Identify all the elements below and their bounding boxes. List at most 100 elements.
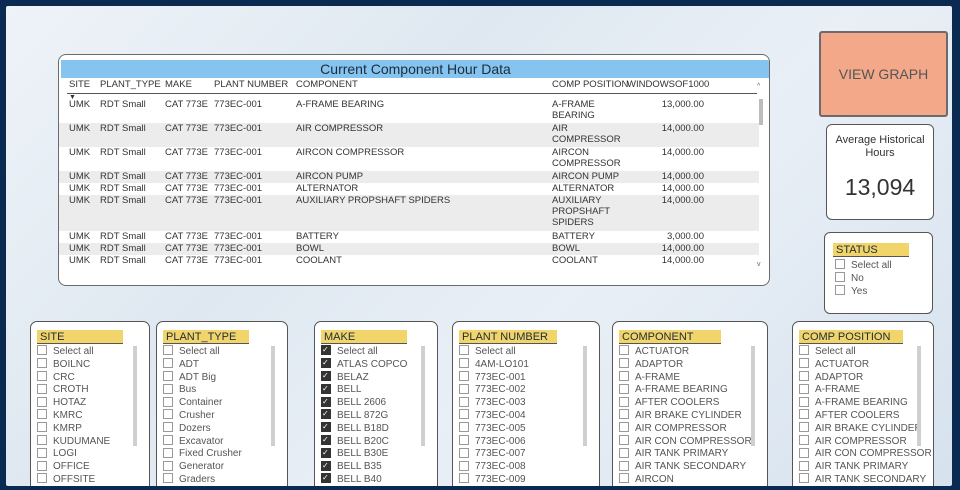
slicer-option[interactable]: AIR CON COMPRESSOR xyxy=(619,434,752,449)
slicer-scrollbar[interactable] xyxy=(583,346,587,446)
table-row[interactable]: UMK RDT Small CAT 773E 773EC-001 AUXILIARY P… xyxy=(59,195,759,231)
checkbox-icon[interactable] xyxy=(37,460,47,471)
table-row[interactable]: UMK RDT Small CAT 773E 773EC-001 BOWL BOWL 14,… xyxy=(59,243,759,255)
checkbox-icon[interactable] xyxy=(459,370,469,381)
slicer-option[interactable]: LOGI xyxy=(37,447,110,461)
checkbox-icon[interactable] xyxy=(321,447,331,460)
slicer-option[interactable]: Container xyxy=(163,396,242,410)
slicer-option[interactable]: Select all xyxy=(459,345,529,359)
table-row[interactable]: UMK RDT Small CAT 773E 773EC-001 A-FRAME BEA… xyxy=(59,99,759,123)
slicer-option[interactable]: AIR TANK PRIMARY xyxy=(619,447,752,461)
checkbox-icon[interactable] xyxy=(799,434,809,445)
checkbox-icon[interactable] xyxy=(321,421,331,434)
slicer-option[interactable]: AIR BRAKE CYLINDER xyxy=(619,409,752,423)
checkbox-icon[interactable] xyxy=(321,344,331,357)
checkbox-icon[interactable] xyxy=(37,396,47,407)
table-row[interactable]: UMK RDT Small CAT 773E 773EC-001 COOLANT COOL… xyxy=(59,255,759,267)
checkbox-icon[interactable] xyxy=(321,370,331,383)
column-header[interactable]: PLANT NUMBER xyxy=(214,79,288,90)
slicer-option[interactable]: AIR COMPRESSOR xyxy=(799,434,932,449)
slicer-option[interactable]: HOTAZ xyxy=(37,396,110,410)
slicer-option[interactable]: 773EC-007 xyxy=(459,447,529,461)
checkbox-icon[interactable] xyxy=(37,358,47,369)
checkbox-icon[interactable] xyxy=(163,345,173,356)
slicer-option[interactable]: BELL 2606 xyxy=(321,396,407,410)
checkbox-icon[interactable] xyxy=(619,447,629,458)
slicer-option[interactable]: AFTER COOLERS xyxy=(619,396,752,410)
slicer-option[interactable]: A-FRAME xyxy=(619,370,752,385)
checkbox-icon[interactable] xyxy=(799,447,809,458)
slicer-option[interactable]: AIRCON xyxy=(619,473,752,486)
checkbox-icon[interactable] xyxy=(459,447,469,458)
checkbox-icon[interactable] xyxy=(321,383,331,396)
checkbox-icon[interactable] xyxy=(163,370,173,381)
slicer-option[interactable]: Graders xyxy=(163,473,242,486)
checkbox-icon[interactable] xyxy=(619,396,629,407)
slicer-option[interactable]: Excavator xyxy=(163,434,242,449)
slicer-option[interactable]: AFTER COOLERS xyxy=(799,409,932,423)
slicer-option[interactable]: BELL B35 xyxy=(321,460,407,474)
column-header[interactable]: WINDOWSOF1000 xyxy=(627,79,709,90)
slicer-option[interactable]: CROTH xyxy=(37,383,110,397)
checkbox-icon[interactable] xyxy=(835,259,845,270)
slicer-option[interactable]: AIR CON COMPRESSOR xyxy=(799,447,932,461)
checkbox-icon[interactable] xyxy=(619,473,629,484)
checkbox-icon[interactable] xyxy=(799,370,809,381)
table-scrollbar[interactable]: ^ v xyxy=(757,83,765,273)
slicer-option[interactable]: ATLAS COPCO xyxy=(321,357,407,372)
column-header[interactable]: PLANT_TYPE xyxy=(100,79,161,90)
slicer-option[interactable]: KMRP xyxy=(37,422,110,436)
slicer-option[interactable]: AIR TANK SECONDARY xyxy=(799,473,932,486)
slicer-option[interactable]: 773EC-008 xyxy=(459,460,529,474)
checkbox-icon[interactable] xyxy=(459,345,469,356)
view-graph-button[interactable]: VIEW GRAPH xyxy=(819,31,948,117)
slicer-scrollbar[interactable] xyxy=(271,346,275,446)
checkbox-icon[interactable] xyxy=(619,383,629,394)
checkbox-icon[interactable] xyxy=(163,383,173,394)
column-header[interactable]: SITE xyxy=(69,79,90,90)
checkbox-icon[interactable] xyxy=(163,460,173,471)
checkbox-icon[interactable] xyxy=(37,409,47,420)
slicer-scrollbar[interactable] xyxy=(751,346,755,446)
slicer-option[interactable]: CRC xyxy=(37,370,110,385)
slicer-option[interactable]: 773EC-002 xyxy=(459,383,529,397)
slicer-option[interactable]: ADAPTOR xyxy=(799,370,932,385)
slicer-option[interactable]: AIR BRAKE CYLINDER xyxy=(799,422,932,436)
status-option[interactable]: Yes xyxy=(835,285,867,297)
column-header[interactable]: COMP POSITION xyxy=(552,79,628,90)
slicer-option[interactable]: OFFICE xyxy=(37,460,110,474)
slicer-option[interactable]: ADT xyxy=(163,358,242,372)
slicer-option[interactable]: 773EC-006 xyxy=(459,434,529,449)
slicer-option[interactable]: ADAPTOR xyxy=(619,358,752,372)
table-row[interactable]: UMK RDT Small CAT 773E 773EC-001 ALTERNATOR A… xyxy=(59,183,759,195)
checkbox-icon[interactable] xyxy=(619,358,629,369)
slicer-option[interactable]: 773EC-005 xyxy=(459,422,529,436)
checkbox-icon[interactable] xyxy=(321,434,331,447)
checkbox-icon[interactable] xyxy=(835,285,845,296)
slicer-scrollbar[interactable] xyxy=(133,346,137,446)
slicer-option[interactable]: Select all xyxy=(799,345,932,359)
status-option[interactable]: Select all xyxy=(835,259,892,271)
checkbox-icon[interactable] xyxy=(37,434,47,445)
slicer-option[interactable]: BELL xyxy=(321,383,407,397)
checkbox-icon[interactable] xyxy=(163,409,173,420)
checkbox-icon[interactable] xyxy=(619,434,629,445)
checkbox-icon[interactable] xyxy=(321,472,331,485)
slicer-option[interactable]: BOILNC xyxy=(37,358,110,372)
slicer-option[interactable]: Crusher xyxy=(163,409,242,423)
checkbox-icon[interactable] xyxy=(37,447,47,458)
slicer-option[interactable]: ADT Big xyxy=(163,370,242,385)
checkbox-icon[interactable] xyxy=(619,422,629,433)
checkbox-icon[interactable] xyxy=(459,460,469,471)
checkbox-icon[interactable] xyxy=(799,396,809,407)
slicer-option[interactable]: KUDUMANE xyxy=(37,434,110,449)
slicer-option[interactable]: BELAZ xyxy=(321,370,407,385)
slicer-option[interactable]: KMRC xyxy=(37,409,110,423)
slicer-option[interactable]: Bus xyxy=(163,383,242,397)
slicer-option[interactable]: 773EC-004 xyxy=(459,409,529,423)
checkbox-icon[interactable] xyxy=(459,383,469,394)
checkbox-icon[interactable] xyxy=(799,358,809,369)
slicer-scrollbar[interactable] xyxy=(421,346,425,446)
checkbox-icon[interactable] xyxy=(619,409,629,420)
slicer-option[interactable]: BELL 872G xyxy=(321,408,407,423)
